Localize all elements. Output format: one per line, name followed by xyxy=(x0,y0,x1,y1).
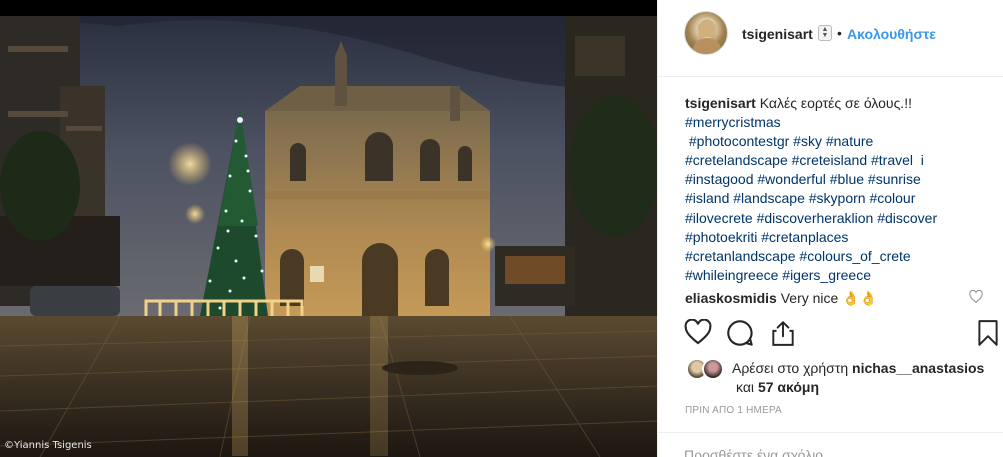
verified-sort-icon: ▲ ▼ xyxy=(818,25,832,41)
likes-and: και xyxy=(736,379,755,395)
caption-hashtags-line[interactable]: #photoekriti #cretanplaces xyxy=(685,228,995,247)
post-timestamp[interactable]: ΠΡΙΝ ΑΠΟ 1 ΗΜΕΡΑ xyxy=(685,405,782,416)
post-header: tsigenisart ▲ ▼ • Ακολουθήστε xyxy=(658,0,1003,77)
likes-text: Αρέσει στο χρήστη nichas__anastasios και… xyxy=(732,359,1002,397)
author-avatar[interactable] xyxy=(684,11,728,55)
post-caption: tsigenisart Καλές εορτές σε όλους.!! #me… xyxy=(685,94,995,285)
caption-hashtags-line[interactable]: #island #landscape #skyporn #colour xyxy=(685,189,995,208)
post-actions xyxy=(684,319,1003,349)
author-username[interactable]: tsigenisart xyxy=(742,26,813,42)
post-side-panel: tsigenisart ▲ ▼ • Ακολουθήστε tsigenisart… xyxy=(657,0,1003,457)
photo-credit: ©Yiannis Tsigenis xyxy=(4,440,92,451)
comment-item: eliaskosmidis Very nice 👌👌 xyxy=(685,289,877,307)
follow-button[interactable]: Ακολουθήστε xyxy=(847,26,936,42)
caption-hashtags-line[interactable]: #whileingreece #igers_greece xyxy=(685,266,995,285)
caption-hashtags-line[interactable]: #merrycristmas xyxy=(685,113,995,132)
caption-hashtags-line[interactable]: #instagood #wonderful #blue #sunrise xyxy=(685,170,995,189)
caption-hashtags-line[interactable]: #cretanlandscape #colours_of_crete xyxy=(685,247,995,266)
share-icon[interactable] xyxy=(770,319,796,347)
caption-hashtags-line[interactable]: #ilovecrete #discoverheraklion #discover xyxy=(685,209,995,228)
caption-hashtags-line[interactable]: #photocontestgr #sky #nature xyxy=(685,132,995,151)
caption-hashtags-line[interactable]: #cretelandscape #creteisland #travel i xyxy=(685,151,995,170)
likes-count[interactable]: 57 ακόμη xyxy=(758,379,819,395)
likes-prefix: Αρέσει στο χρήστη xyxy=(732,360,849,376)
add-comment-input[interactable] xyxy=(684,447,984,457)
comment-icon[interactable] xyxy=(726,319,754,347)
photo-scene xyxy=(0,16,657,457)
heart-icon[interactable] xyxy=(684,319,712,345)
comment-username[interactable]: eliaskosmidis xyxy=(685,290,777,306)
comment-text: Very nice 👌👌 xyxy=(780,290,878,306)
liker-avatar xyxy=(702,358,724,380)
header-separator: • xyxy=(837,25,842,41)
bookmark-icon[interactable] xyxy=(976,319,1000,347)
liker-username[interactable]: nichas__anastasios xyxy=(852,360,984,376)
avatar-icon xyxy=(691,18,723,54)
caption-text: Καλές εορτές σε όλους.!! xyxy=(759,95,912,111)
caption-username[interactable]: tsigenisart xyxy=(685,95,756,111)
post-photo[interactable]: ©Yiannis Tsigenis xyxy=(0,0,657,457)
photo-top-bar xyxy=(0,0,657,16)
add-comment-bar xyxy=(658,432,1003,457)
comment-heart-icon[interactable] xyxy=(969,290,983,303)
